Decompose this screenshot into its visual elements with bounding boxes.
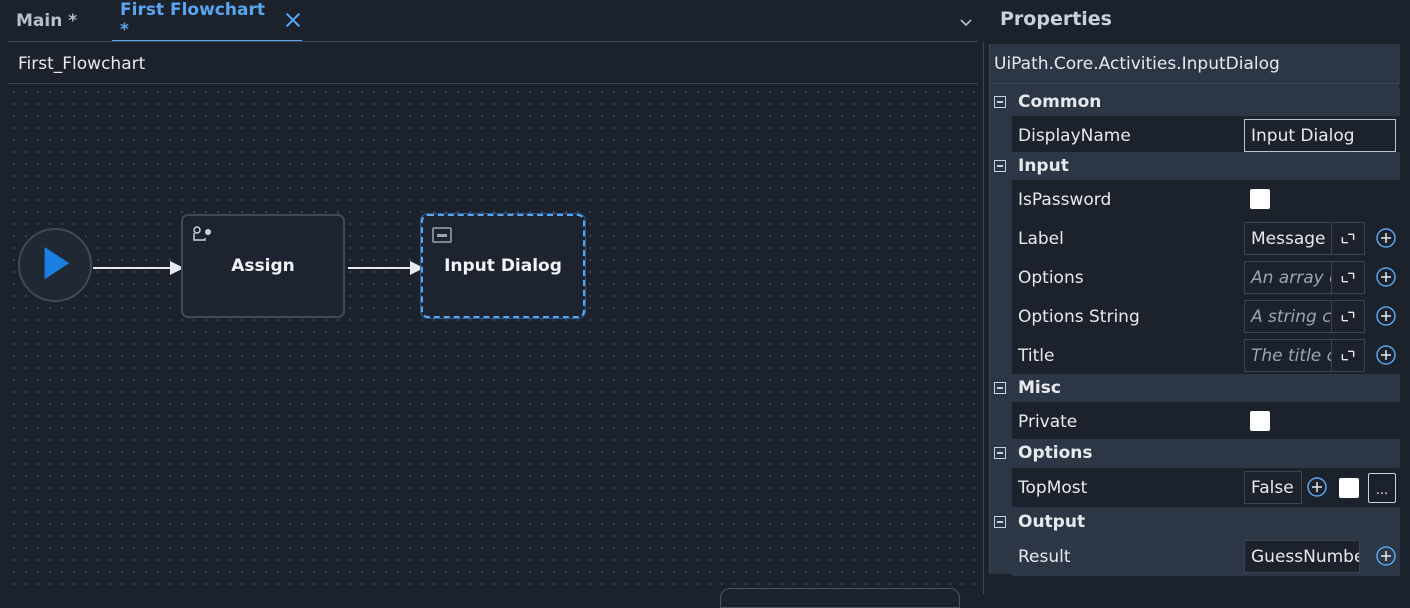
chevron-down-icon[interactable]	[956, 12, 976, 32]
options-string-input[interactable]: A string c	[1244, 300, 1332, 333]
tab-main[interactable]: Main *	[16, 0, 77, 42]
options-input[interactable]: An array c	[1244, 261, 1332, 294]
expand-icon	[1341, 233, 1355, 244]
node-label: Input Dialog	[444, 256, 562, 276]
breadcrumb-item[interactable]: First_Flowchart	[18, 54, 145, 74]
property-name: TopMost	[1018, 477, 1088, 498]
add-variable-icon[interactable]	[1306, 476, 1328, 498]
more-options-button[interactable]: ...	[1368, 473, 1396, 503]
property-row-options: Options An array c	[1012, 258, 1400, 297]
private-checkbox[interactable]	[1250, 411, 1270, 431]
flowchart-node-assign[interactable]: Assign	[181, 214, 345, 318]
tabbar-divider	[8, 41, 978, 42]
breadcrumb: First_Flowchart	[8, 44, 978, 84]
property-row-result: Result	[1012, 537, 1238, 576]
expand-editor-button[interactable]	[1331, 222, 1365, 255]
result-value-cell: GuessNumbe	[1238, 537, 1400, 576]
flowchart-node-input-dialog[interactable]: Input Dialog	[421, 214, 585, 318]
category-label: Output	[1018, 512, 1086, 532]
expand-icon	[1341, 272, 1355, 283]
property-name: Options	[1018, 267, 1084, 288]
topmost-input[interactable]: False	[1244, 471, 1302, 504]
flowchart-start-node[interactable]	[18, 228, 92, 302]
category-input[interactable]: Input	[990, 152, 1400, 180]
flowchart-canvas[interactable]	[8, 86, 978, 594]
property-name: Private	[1018, 411, 1078, 432]
result-input[interactable]: GuessNumbe	[1244, 540, 1360, 573]
topmost-checkbox[interactable]	[1339, 478, 1359, 498]
collapse-icon[interactable]	[994, 96, 1006, 108]
category-common[interactable]: Common	[990, 88, 1400, 116]
expand-editor-button[interactable]	[1331, 300, 1365, 333]
add-variable-icon[interactable]	[1375, 545, 1397, 567]
ispassword-checkbox[interactable]	[1250, 189, 1270, 209]
assign-icon	[193, 226, 211, 241]
collapse-icon[interactable]	[994, 516, 1006, 528]
category-output[interactable]: Output	[990, 508, 1400, 536]
property-name: Options String	[1018, 306, 1140, 327]
workflow-designer: Main * First Flowchart * First_Flowchart…	[0, 0, 984, 608]
add-variable-icon[interactable]	[1375, 227, 1397, 249]
add-variable-icon[interactable]	[1375, 344, 1397, 366]
expand-editor-button[interactable]	[1331, 261, 1365, 294]
expand-icon	[1341, 311, 1355, 322]
add-variable-icon[interactable]	[1375, 266, 1397, 288]
property-row-title: Title The title c	[1012, 336, 1400, 375]
displayname-input[interactable]: Input Dialog	[1244, 119, 1396, 152]
panel-title: Properties	[1000, 8, 1112, 30]
property-name: IsPassword	[1018, 189, 1112, 210]
property-row-label: Label Message	[1012, 219, 1400, 258]
category-misc[interactable]: Misc	[990, 374, 1400, 402]
expand-editor-button[interactable]	[1331, 339, 1365, 372]
properties-panel: Properties UiPath.Core.Activities.InputD…	[985, 0, 1410, 594]
label-input[interactable]: Message	[1244, 222, 1332, 255]
category-label: Misc	[1018, 378, 1061, 398]
category-label: Options	[1018, 443, 1093, 463]
property-row-options-string: Options String A string c	[1012, 297, 1400, 336]
category-options[interactable]: Options	[990, 439, 1400, 467]
tab-main-label: Main *	[16, 11, 78, 31]
node-label: Assign	[231, 256, 295, 276]
property-grid: UiPath.Core.Activities.InputDialog Commo…	[989, 44, 1400, 576]
category-label: Input	[1018, 156, 1069, 176]
collapse-icon[interactable]	[994, 382, 1006, 394]
property-row-topmost: TopMost False ...	[1012, 468, 1400, 507]
property-row-displayname: DisplayName Input Dialog	[1012, 116, 1400, 155]
expand-icon	[1341, 350, 1355, 361]
close-icon[interactable]	[283, 10, 302, 30]
property-name: Title	[1018, 345, 1055, 366]
collapse-icon[interactable]	[994, 160, 1006, 172]
add-variable-icon[interactable]	[1375, 305, 1397, 327]
category-label: Common	[1018, 92, 1102, 112]
activity-type-name: UiPath.Core.Activities.InputDialog	[990, 44, 1400, 84]
dialog-icon	[432, 227, 452, 243]
property-name: Result	[1018, 546, 1071, 567]
tab-first-flowchart-label: First Flowchart *	[120, 0, 265, 40]
play-icon	[44, 247, 70, 280]
property-row-ispassword: IsPassword	[1012, 180, 1400, 219]
property-name: Label	[1018, 228, 1064, 249]
tab-first-flowchart[interactable]: First Flowchart *	[112, 0, 302, 42]
document-tabbar: Main * First Flowchart *	[0, 0, 984, 42]
title-input[interactable]: The title c	[1244, 339, 1332, 372]
zoom-toolbar[interactable]	[720, 588, 960, 608]
property-row-private: Private	[1012, 402, 1400, 441]
collapse-icon[interactable]	[994, 447, 1006, 459]
property-name: DisplayName	[1018, 125, 1131, 146]
